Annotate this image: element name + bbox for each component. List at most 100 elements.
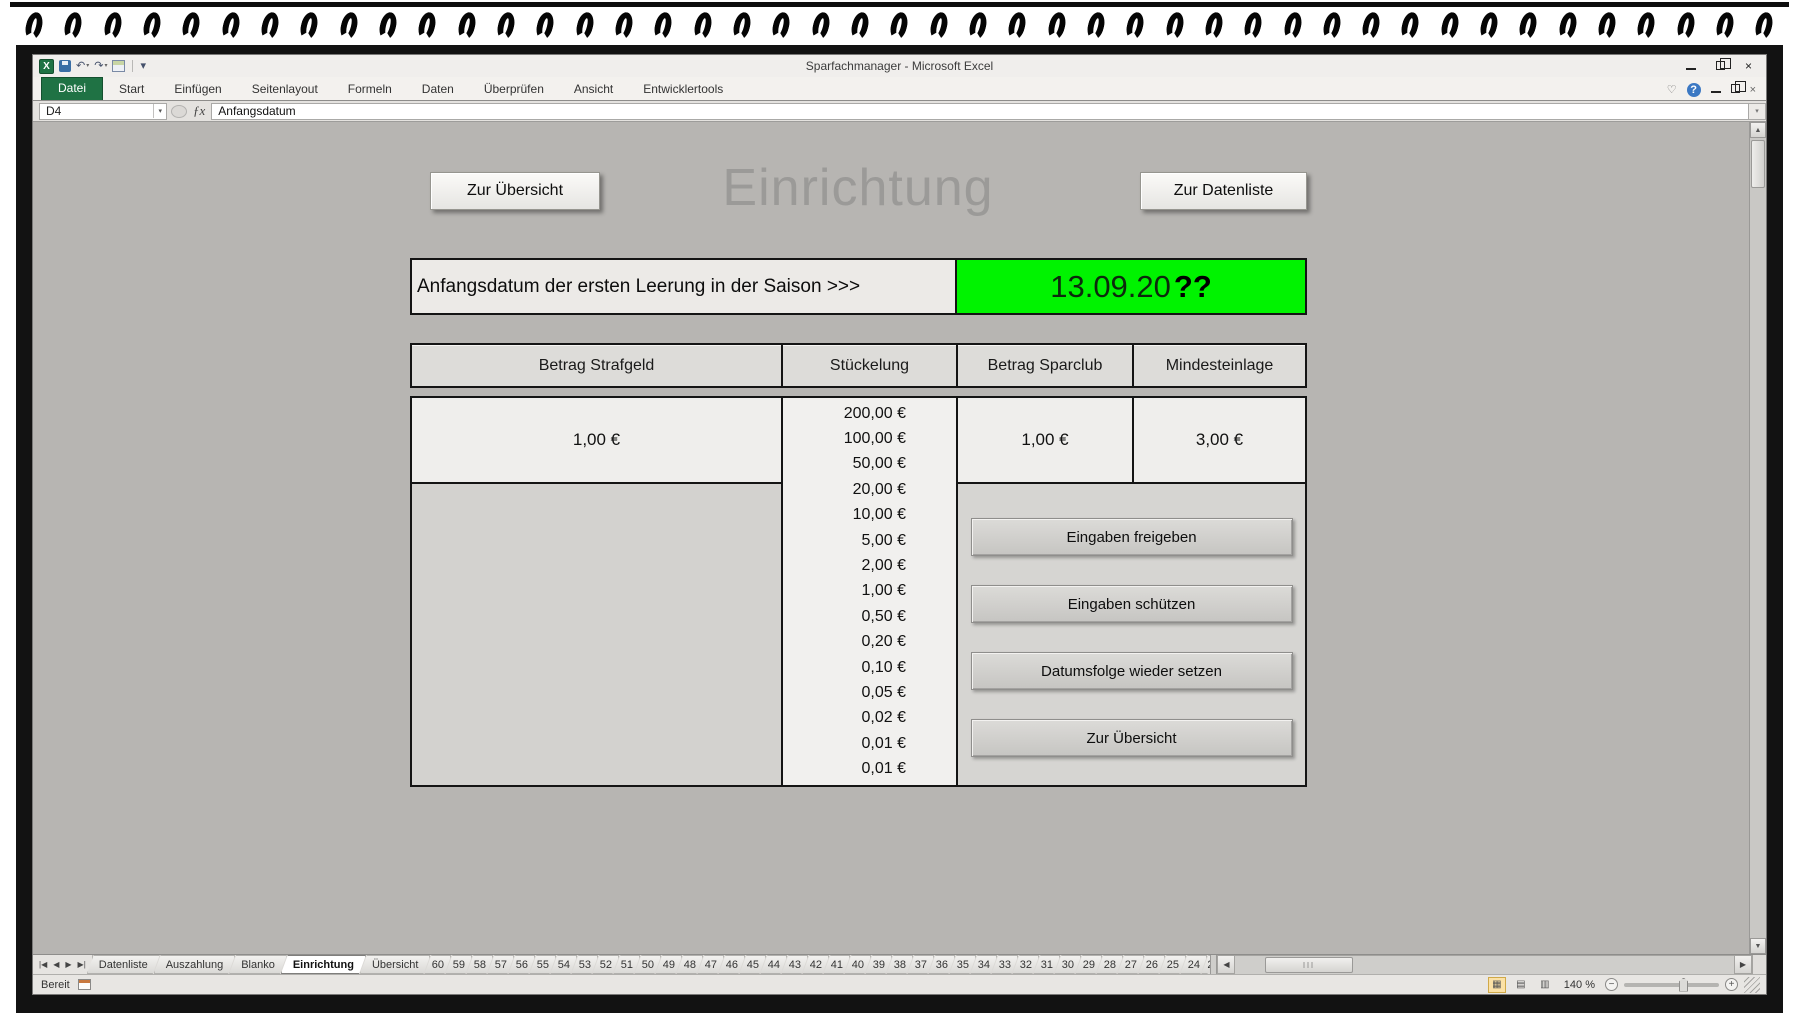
- anfangsdatum-label: Anfangsdatum der ersten Leerung in der S…: [412, 260, 957, 313]
- view-page-break-icon[interactable]: ▥: [1536, 977, 1554, 993]
- ribbon-tab-start[interactable]: Start: [105, 79, 158, 100]
- action-button-panel: Eingaben freigeben Eingaben schützen Datum…: [958, 484, 1305, 785]
- spiral-ring: [809, 10, 831, 41]
- spiral-ring: [573, 10, 595, 41]
- header-stueckelung: Stückelung: [783, 345, 956, 386]
- workbook-minimize-icon[interactable]: [1711, 85, 1721, 96]
- scroll-up-icon[interactable]: ▲: [1750, 122, 1766, 138]
- spiral-ring: [888, 10, 910, 41]
- stueckelung-value: 1,00 €: [783, 583, 956, 599]
- stueckelung-value: 0,02 €: [783, 710, 956, 726]
- spiral-ring: [1360, 10, 1382, 41]
- record-macro-icon[interactable]: [78, 979, 91, 990]
- zur-datenliste-button[interactable]: Zur Datenliste: [1140, 172, 1307, 210]
- sheet-tab-einrichtung[interactable]: Einrichtung: [281, 955, 366, 974]
- spiral-ring: [1399, 10, 1421, 41]
- spiral-ring: [927, 10, 949, 41]
- action-button-zur-uebersicht[interactable]: Zur Übersicht: [971, 719, 1293, 757]
- sheet-tab-auszahlung[interactable]: Auszahlung: [154, 955, 236, 974]
- ribbon-tab-datei[interactable]: Datei: [41, 77, 103, 100]
- ribbon-tab-entwicklertools[interactable]: Entwicklertools: [629, 79, 737, 100]
- name-box-dropdown-icon[interactable]: ▾: [153, 104, 166, 118]
- stueckelung-value: 100,00 €: [783, 431, 956, 447]
- spiral-ring: [1124, 10, 1146, 41]
- ribbon-tab-seitenlayout[interactable]: Seitenlayout: [238, 79, 332, 100]
- spiral-ring: [1006, 10, 1028, 41]
- stueckelung-value: 0,01 €: [783, 736, 956, 752]
- sheet-tab-datenliste[interactable]: Datenliste: [87, 955, 160, 974]
- help-icon[interactable]: ?: [1687, 83, 1701, 97]
- sheet-tab-blanko[interactable]: Blanko: [229, 955, 287, 974]
- hscroll-right-icon[interactable]: ▶: [1734, 955, 1752, 974]
- fx-icon[interactable]: ƒx: [193, 103, 205, 119]
- ribbon-tab-ueberpruefen[interactable]: Überprüfen: [470, 79, 558, 100]
- scroll-down-icon[interactable]: ▼: [1750, 938, 1766, 954]
- spiral-ring: [1321, 10, 1343, 41]
- status-right: ▦ ▤ ▥ 140 % − +: [1488, 977, 1766, 993]
- resize-grip: [1744, 977, 1760, 993]
- workbook-close-icon[interactable]: ×: [1750, 85, 1756, 96]
- tab-splitter-handle[interactable]: [1210, 955, 1217, 974]
- spiral-ring: [102, 10, 124, 41]
- view-normal-icon[interactable]: ▦: [1488, 977, 1506, 993]
- sheet-nav-buttons: |◀◀▶▶|: [33, 955, 93, 974]
- mindesteinlage-value-cell[interactable]: 3,00 €: [1134, 398, 1305, 482]
- zoom-slider-thumb[interactable]: [1679, 978, 1688, 992]
- first-sheet-icon[interactable]: |◀: [37, 960, 49, 969]
- horizontal-scrollbar[interactable]: [1235, 955, 1734, 974]
- stueckelung-value: 20,00 €: [783, 482, 956, 498]
- ribbon-tab-einfuegen[interactable]: Einfügen: [160, 79, 235, 100]
- spiral-ring: [770, 10, 792, 41]
- stueckelung-value: 5,00 €: [783, 533, 956, 549]
- formula-expand-icon[interactable]: ▾: [1748, 103, 1766, 120]
- qat-customize-icon[interactable]: ▾: [140, 61, 146, 72]
- scrollbar-corner: [1752, 955, 1766, 974]
- spiral-ring: [1753, 10, 1775, 41]
- ribbon-tab-daten[interactable]: Daten: [408, 79, 468, 100]
- zoom-in-icon[interactable]: +: [1725, 978, 1738, 991]
- spiral-ring: [495, 10, 517, 41]
- spiral-ring: [1045, 10, 1067, 41]
- last-sheet-icon[interactable]: ▶|: [76, 960, 88, 969]
- spiral-ring: [731, 10, 753, 41]
- zoom-level[interactable]: 140 %: [1564, 979, 1595, 991]
- hscroll-left-icon[interactable]: ◀: [1217, 955, 1235, 974]
- restore-button[interactable]: [1716, 60, 1725, 72]
- print-preview-icon[interactable]: [112, 60, 125, 72]
- previous-sheet-icon[interactable]: ◀: [51, 960, 61, 969]
- worksheet: Zur Übersicht Einrichtung Zur Datenliste…: [33, 122, 1766, 954]
- spiral-ring: [534, 10, 556, 41]
- name-box[interactable]: D4 ▾: [39, 103, 167, 120]
- spiral-ring: [849, 10, 871, 41]
- zur-uebersicht-top-button[interactable]: Zur Übersicht: [430, 172, 600, 210]
- zoom-out-icon[interactable]: −: [1605, 978, 1618, 991]
- vertical-scroll-thumb[interactable]: [1751, 140, 1765, 188]
- workbook-restore-icon[interactable]: [1731, 84, 1740, 96]
- sheet-tab-uebersicht[interactable]: Übersicht: [360, 955, 430, 974]
- anfangsdatum-cell[interactable]: 13.09.20 ??: [957, 260, 1305, 313]
- stueckelung-column: 200,00 €100,00 €50,00 €20,00 €10,00 €5,0…: [783, 398, 956, 785]
- save-icon[interactable]: [59, 60, 71, 72]
- spiral-ring: [1714, 10, 1736, 41]
- spiral-ring: [298, 10, 320, 41]
- ribbon-tab-formeln[interactable]: Formeln: [334, 79, 406, 100]
- next-sheet-icon[interactable]: ▶: [63, 960, 73, 969]
- minimize-button[interactable]: [1686, 60, 1696, 72]
- ribbon-tab-ansicht[interactable]: Ansicht: [560, 79, 627, 100]
- strafgeld-value-cell[interactable]: 1,00 €: [412, 398, 781, 482]
- action-button-eingaben-schuetzen[interactable]: Eingaben schützen: [971, 585, 1293, 623]
- zoom-slider[interactable]: [1624, 983, 1719, 987]
- undo-icon[interactable]: ↶▾: [76, 61, 89, 72]
- action-button-eingaben-freigeben[interactable]: Eingaben freigeben: [971, 518, 1293, 556]
- spiral-ring: [416, 10, 438, 41]
- redo-icon[interactable]: ↷▾: [94, 61, 107, 72]
- close-button[interactable]: ×: [1745, 60, 1752, 72]
- horizontal-scroll-thumb[interactable]: [1265, 957, 1353, 973]
- spiral-ring: [180, 10, 202, 41]
- view-page-layout-icon[interactable]: ▤: [1512, 977, 1530, 993]
- sparclub-value-cell[interactable]: 1,00 €: [958, 398, 1132, 482]
- vertical-scrollbar[interactable]: ▲ ▼: [1749, 122, 1766, 954]
- spiral-ring: [1557, 10, 1579, 41]
- action-button-datumsfolge-wieder-setzen[interactable]: Datumsfolge wieder setzen: [971, 652, 1293, 690]
- formula-input[interactable]: Anfangsdatum: [211, 103, 1748, 120]
